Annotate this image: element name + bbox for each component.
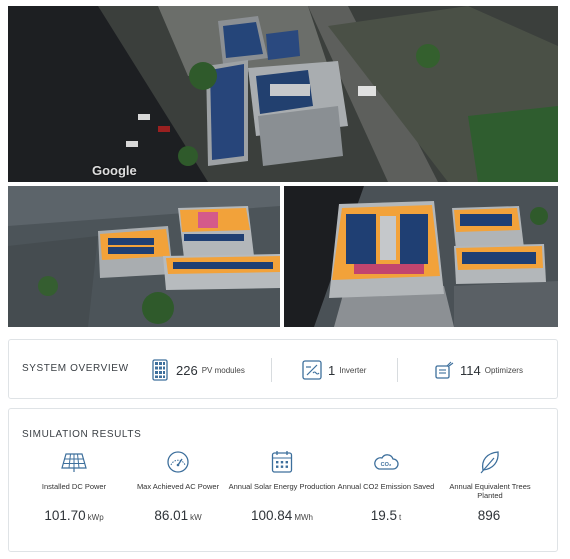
metric-unit: MWh: [294, 513, 313, 522]
metric-annual-energy: Annual Solar Energy Production 100.84 MWh: [228, 449, 336, 523]
gauge-icon: [124, 449, 232, 475]
metric-label: Max Achieved AC Power: [136, 482, 220, 491]
aerial-map-main: [8, 6, 558, 182]
metric-label: Annual CO2 Emission Saved: [337, 482, 435, 491]
metric-value: 100.84: [251, 508, 293, 523]
rooftop-model-left: [8, 186, 280, 327]
3d-model-view-right[interactable]: [284, 186, 558, 327]
metric-value: 101.70: [44, 508, 86, 523]
simulation-results-card: SIMULATION RESULTS Installed DC Power 10…: [8, 408, 558, 552]
inverter-label: Inverter: [339, 365, 367, 375]
rooftop-model-right: [284, 186, 558, 327]
pv-modules-label: PV modules: [201, 365, 245, 375]
metric-value: 86.01: [154, 508, 189, 523]
simulation-results-title: SIMULATION RESULTS: [22, 429, 142, 440]
inverter-count: 1: [328, 362, 336, 378]
metric-label: Annual Solar Energy Production: [228, 482, 336, 491]
metric-max-ac-power: Max Achieved AC Power 86.01 kW: [124, 449, 232, 523]
overview-optimizers: 114 Optimizers: [433, 357, 523, 383]
satellite-3d-view-main[interactable]: Google: [8, 6, 558, 182]
overview-divider: [271, 358, 272, 382]
metric-unit: kW: [190, 513, 202, 522]
solar-panel-icon: [149, 358, 171, 382]
metric-value-wrap: 100.84 MWh: [228, 508, 336, 523]
metric-label: Annual Equivalent Trees Planted: [449, 482, 531, 500]
google-watermark: Google: [92, 163, 137, 178]
svg-text:CO₂: CO₂: [381, 462, 392, 468]
system-overview-title: SYSTEM OVERVIEW: [22, 363, 129, 374]
metric-value-wrap: 19.5 t: [332, 508, 440, 523]
inverter-icon: [301, 358, 323, 382]
metric-label: Installed DC Power: [41, 482, 107, 491]
metric-installed-dc-power: Installed DC Power 101.70 kWp: [20, 449, 128, 523]
metric-value: 19.5: [370, 508, 398, 523]
metric-value-wrap: 896: [436, 508, 544, 523]
solar-array-icon: [20, 449, 128, 475]
overview-divider: [397, 358, 398, 382]
metric-value-wrap: 86.01 kW: [124, 508, 232, 523]
calendar-icon: [228, 449, 336, 475]
pv-modules-count: 226: [176, 362, 198, 378]
metric-unit: kWp: [87, 513, 104, 522]
metric-value: 896: [477, 508, 501, 523]
optimizers-label: Optimizers: [484, 365, 523, 375]
metric-co2-saved: CO₂ Annual CO2 Emission Saved 19.5 t: [332, 449, 440, 523]
metric-unit: t: [399, 513, 402, 522]
co2-cloud-icon: CO₂: [332, 449, 440, 475]
3d-model-view-left[interactable]: [8, 186, 280, 327]
optimizer-icon: [433, 358, 455, 382]
leaf-icon: [436, 449, 544, 475]
metric-trees-planted: Annual Equivalent Trees Planted 896: [436, 449, 544, 523]
overview-inverter: 1 Inverter: [301, 357, 366, 383]
metric-value-wrap: 101.70 kWp: [20, 508, 128, 523]
optimizers-count: 114: [460, 362, 481, 378]
overview-pv-modules: 226 PV modules: [149, 357, 245, 383]
system-overview-card: SYSTEM OVERVIEW 226 PV modules 1 Inverte…: [8, 339, 558, 399]
